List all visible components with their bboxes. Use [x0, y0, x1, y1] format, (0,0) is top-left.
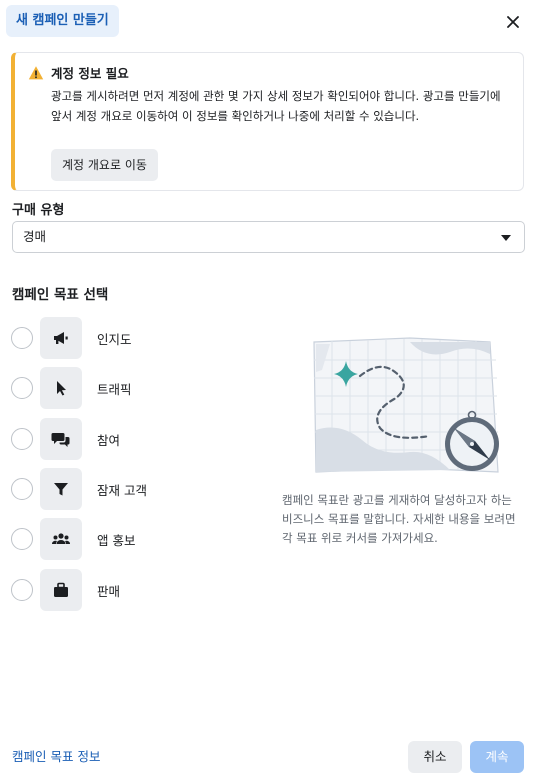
buying-type-value: 경매 — [23, 229, 47, 244]
radio-button[interactable] — [11, 579, 33, 601]
objective-label: 잠재 고객 — [97, 483, 147, 498]
funnel-icon — [40, 468, 82, 510]
radio-button[interactable] — [11, 428, 33, 450]
objective-awareness[interactable]: 인지도 — [11, 317, 251, 359]
objective-label: 앱 홍보 — [97, 533, 136, 548]
objective-leads[interactable]: 잠재 고객 — [11, 468, 251, 510]
objective-section-title: 캠페인 목표 선택 — [12, 287, 109, 303]
radio-button[interactable] — [11, 327, 33, 349]
campaign-objective-info-link[interactable]: 캠페인 목표 정보 — [12, 746, 100, 765]
radio-button[interactable] — [11, 478, 33, 500]
cancel-button[interactable]: 취소 — [408, 741, 462, 773]
shopping-bag-icon — [40, 569, 82, 611]
objective-label: 참여 — [97, 433, 121, 448]
objective-app-promotion[interactable]: 앱 홍보 — [11, 518, 251, 560]
objective-label: 판매 — [97, 584, 121, 599]
close-icon — [507, 16, 519, 28]
radio-button[interactable] — [11, 528, 33, 550]
people-icon — [40, 518, 82, 560]
warning-icon — [28, 66, 44, 80]
megaphone-icon — [40, 317, 82, 359]
continue-button[interactable]: 계속 — [470, 741, 524, 773]
dropdown-arrow-icon — [501, 235, 511, 241]
buying-type-label: 구매 유형 — [12, 203, 65, 218]
account-info-alert: 계정 정보 필요 광고를 게시하려면 먼저 계정에 관한 몇 가지 상세 정보가… — [11, 52, 524, 191]
dialog-title-tab: 새 캠페인 만들기 — [6, 5, 119, 37]
alert-title: 계정 정보 필요 — [51, 66, 129, 81]
close-button[interactable] — [501, 10, 525, 34]
buying-type-select[interactable]: 경매 — [12, 221, 525, 253]
cursor-icon — [40, 367, 82, 409]
objective-engagement[interactable]: 참여 — [11, 418, 251, 460]
alert-body: 광고를 게시하려면 먼저 계정에 관한 몇 가지 상세 정보가 확인되어야 합니… — [51, 89, 501, 123]
objective-label: 트래픽 — [97, 382, 132, 397]
radio-button[interactable] — [11, 377, 33, 399]
objective-sales[interactable]: 판매 — [11, 569, 251, 611]
objective-description: 캠페인 목표란 광고를 게재하여 달성하고자 하는 비즈니스 목표를 말합니다.… — [282, 493, 516, 545]
chat-bubbles-icon — [40, 418, 82, 460]
map-compass-illustration — [313, 337, 499, 473]
objective-traffic[interactable]: 트래픽 — [11, 367, 251, 409]
objective-label: 인지도 — [97, 332, 132, 347]
go-to-account-overview-button[interactable]: 계정 개요로 이동 — [51, 149, 158, 181]
